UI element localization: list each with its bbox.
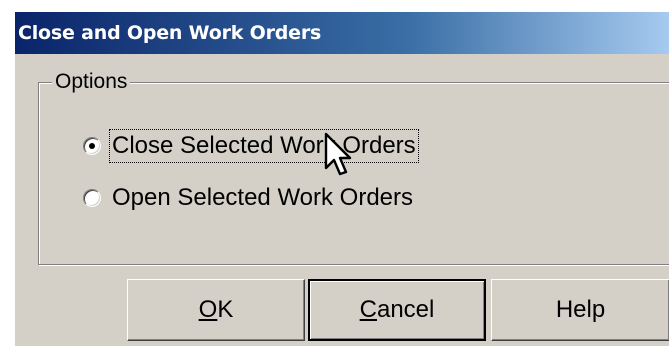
cancel-button-label-rest: ancel xyxy=(376,296,435,323)
radio-label-close[interactable]: Close Selected Work Orders xyxy=(109,129,419,163)
help-button-label: Help xyxy=(555,296,606,323)
radio-label-open[interactable]: Open Selected Work Orders xyxy=(110,182,415,214)
radio-option-open[interactable]: Open Selected Work Orders xyxy=(83,182,415,214)
options-group-label: Options xyxy=(52,68,131,96)
radio-button-close[interactable] xyxy=(83,137,101,155)
help-button[interactable]: Help xyxy=(491,279,669,341)
cancel-button[interactable]: Cancel xyxy=(308,279,486,341)
radio-button-open[interactable] xyxy=(83,189,101,207)
ok-button[interactable]: OK xyxy=(127,279,305,341)
cancel-button-mnemonic: C xyxy=(359,296,377,323)
dialog-title: Close and Open Work Orders xyxy=(18,22,322,44)
radio-option-close[interactable]: Close Selected Work Orders xyxy=(83,129,419,163)
ok-button-mnemonic: O xyxy=(198,296,218,323)
arrow-pointer-icon xyxy=(324,132,352,176)
title-bar[interactable]: Close and Open Work Orders xyxy=(15,12,669,54)
ok-button-label-rest: K xyxy=(217,296,234,323)
